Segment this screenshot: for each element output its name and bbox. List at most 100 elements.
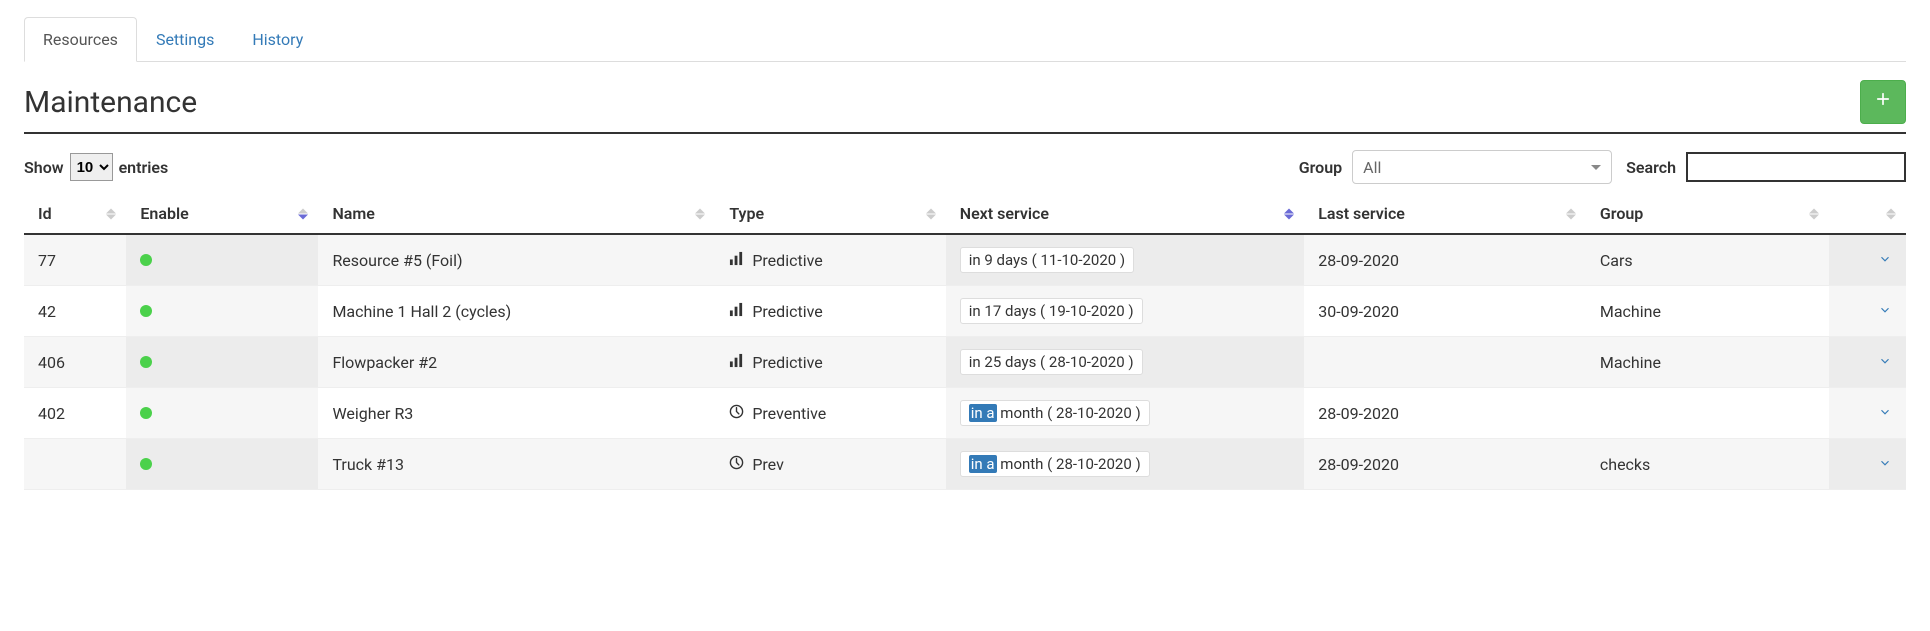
tab-settings[interactable]: Settings [137, 17, 233, 62]
col-header-group-label: Group [1600, 204, 1643, 223]
col-header-id[interactable]: Id [24, 194, 126, 234]
search-control: Search [1626, 152, 1906, 182]
col-header-name-label: Name [332, 204, 374, 223]
cell-expand [1829, 337, 1906, 388]
show-label-post: entries [119, 158, 169, 177]
table-row: 42Machine 1 Hall 2 (cycles)Predictivein … [24, 286, 1906, 337]
cell-type: Prev [715, 439, 945, 490]
length-control: Show 10 entries [24, 153, 168, 181]
cell-last-service: 28-09-2020 [1304, 234, 1586, 286]
cell-name: Truck #13 [318, 439, 715, 490]
col-header-type-label: Type [729, 204, 764, 223]
bar-chart-icon [729, 353, 744, 372]
table-row: 402Weigher R3Preventivein a month ( 28-1… [24, 388, 1906, 439]
next-service-badge: in a month ( 28-10-2020 ) [960, 400, 1150, 426]
status-dot [140, 356, 152, 368]
cell-enable [126, 388, 318, 439]
group-label: Group [1299, 158, 1342, 177]
expand-row-button[interactable] [1878, 353, 1892, 372]
sort-icon [926, 208, 936, 219]
col-header-next[interactable]: Next service [946, 194, 1304, 234]
status-dot [140, 254, 152, 266]
sort-icon [1886, 208, 1896, 219]
cell-last-service [1304, 337, 1586, 388]
expand-row-button[interactable] [1878, 404, 1892, 423]
next-service-text: in 9 days ( 11-10-2020 ) [969, 251, 1125, 269]
page-title: Maintenance [24, 85, 197, 120]
col-header-enable[interactable]: Enable [126, 194, 318, 234]
type-label: Prev [752, 455, 784, 474]
header-row: Maintenance [24, 80, 1906, 124]
group-select[interactable]: All [1352, 150, 1612, 184]
next-service-text: month ( 28-10-2020 ) [997, 404, 1141, 422]
cell-type: Preventive [715, 388, 945, 439]
add-button[interactable] [1860, 80, 1906, 124]
next-service-badge: in 25 days ( 28-10-2020 ) [960, 349, 1143, 375]
next-service-badge: in a month ( 28-10-2020 ) [960, 451, 1150, 477]
tab-bar: Resources Settings History [24, 16, 1906, 62]
tab-resources[interactable]: Resources [24, 17, 137, 62]
cell-name: Flowpacker #2 [318, 337, 715, 388]
expand-row-button[interactable] [1878, 302, 1892, 321]
tab-history[interactable]: History [233, 17, 322, 62]
table-controls: Show 10 entries Group All Search [24, 148, 1906, 194]
cell-enable [126, 234, 318, 286]
type-label: Predictive [752, 302, 822, 321]
type-label: Predictive [752, 251, 822, 270]
cell-id: 402 [24, 388, 126, 439]
table-row: Truck #13 Prev in a month ( 28-10-2020 ) 28… [24, 439, 1906, 490]
cell-group [1586, 388, 1829, 439]
sort-icon [1809, 208, 1819, 219]
table-row: 406Flowpacker #2Predictivein 25 days ( 2… [24, 337, 1906, 388]
highlighted-text: in a [969, 455, 997, 473]
cell-id [24, 439, 126, 490]
show-label-pre: Show [24, 158, 64, 177]
next-service-badge: in 9 days ( 11-10-2020 ) [960, 247, 1134, 273]
sort-icon [695, 208, 705, 219]
cell-next-service: in 25 days ( 28-10-2020 ) [946, 337, 1304, 388]
search-label: Search [1626, 158, 1676, 177]
expand-row-button[interactable] [1878, 455, 1892, 474]
col-header-next-label: Next service [960, 204, 1049, 223]
cell-id: 42 [24, 286, 126, 337]
bar-chart-icon [729, 251, 744, 270]
col-header-last[interactable]: Last service [1304, 194, 1586, 234]
col-header-id-label: Id [38, 204, 52, 223]
cell-group: Machine [1586, 337, 1829, 388]
plus-icon [1873, 89, 1893, 115]
bar-chart-icon [729, 302, 744, 321]
type-label: Predictive [752, 353, 822, 372]
next-service-text: in 17 days ( 19-10-2020 ) [969, 302, 1134, 320]
cell-next-service: in a month ( 28-10-2020 ) [946, 388, 1304, 439]
highlighted-text: in a [969, 404, 997, 422]
col-header-group[interactable]: Group [1586, 194, 1829, 234]
sort-icon [1284, 208, 1294, 219]
cell-name: Resource #5 (Foil) [318, 234, 715, 286]
cell-type: Predictive [715, 234, 945, 286]
search-input[interactable] [1686, 152, 1906, 182]
cell-last-service: 28-09-2020 [1304, 388, 1586, 439]
expand-row-button[interactable] [1878, 251, 1892, 270]
type-label: Preventive [752, 404, 826, 423]
col-header-type[interactable]: Type [715, 194, 945, 234]
length-select[interactable]: 10 [70, 153, 113, 181]
maintenance-table: Id Enable Name Type Next service Last se… [24, 194, 1906, 490]
cell-expand [1829, 286, 1906, 337]
col-header-enable-label: Enable [140, 204, 188, 223]
cell-expand [1829, 388, 1906, 439]
table-row: 77Resource #5 (Foil)Predictivein 9 days … [24, 234, 1906, 286]
cell-enable [126, 439, 318, 490]
cell-last-service: 28-09-2020 [1304, 439, 1586, 490]
col-header-name[interactable]: Name [318, 194, 715, 234]
cell-group: Machine [1586, 286, 1829, 337]
col-header-last-label: Last service [1318, 204, 1405, 223]
cell-type: Predictive [715, 337, 945, 388]
cell-next-service: in 9 days ( 11-10-2020 ) [946, 234, 1304, 286]
col-header-expand[interactable] [1829, 194, 1906, 234]
group-filter: Group All [1299, 150, 1612, 184]
cell-group: checks [1586, 439, 1829, 490]
right-controls: Group All Search [1299, 150, 1906, 184]
cell-enable [126, 337, 318, 388]
next-service-text: month ( 28-10-2020 ) [997, 455, 1141, 473]
sort-icon [1566, 208, 1576, 219]
